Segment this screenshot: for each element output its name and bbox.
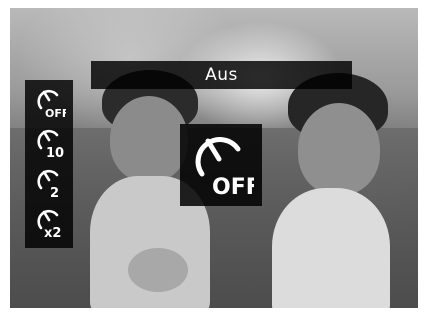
self-timer-menu: OFF 10 2 x2: [25, 80, 73, 248]
mode-banner-label: Aus: [205, 65, 238, 85]
menu-item-label: x2: [44, 226, 61, 240]
self-timer-2s-icon: 2: [37, 169, 59, 200]
menu-item-self-timer-2s[interactable]: 2: [25, 162, 73, 202]
selected-mode-preview: OFF: [180, 124, 262, 206]
preview-label: OFF: [212, 175, 254, 198]
child-right-face: [298, 103, 380, 195]
menu-item-self-timer-double[interactable]: x2: [25, 202, 73, 242]
self-timer-double-icon: x2: [37, 209, 61, 240]
menu-item-label: 2: [50, 186, 59, 200]
self-timer-off-icon: OFF: [195, 137, 254, 198]
child-left-face: [110, 96, 188, 182]
menu-item-label: OFF: [45, 107, 66, 120]
menu-item-label: 10: [46, 146, 64, 160]
child-right-body: [272, 188, 390, 308]
toy: [128, 248, 188, 292]
menu-item-self-timer-10s[interactable]: 10: [25, 122, 73, 162]
self-timer-10s-icon: 10: [37, 129, 64, 160]
mode-banner: Aus: [91, 61, 352, 89]
self-timer-off-icon: OFF: [37, 89, 66, 120]
menu-item-self-timer-off[interactable]: OFF: [25, 82, 73, 122]
